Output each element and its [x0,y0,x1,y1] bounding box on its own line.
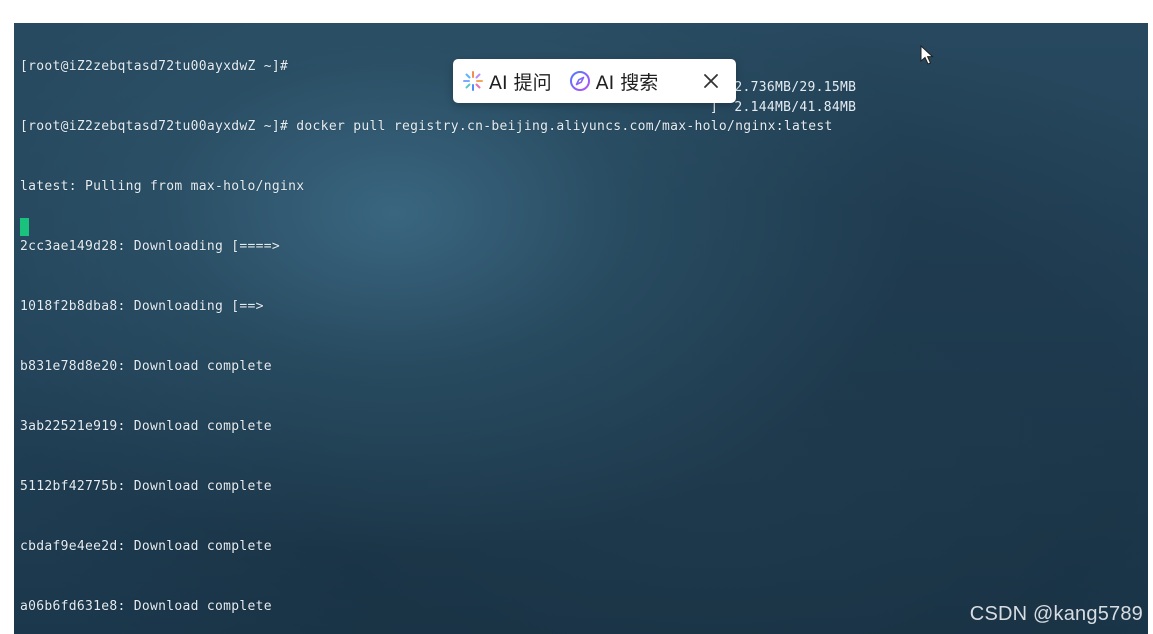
watermark-text: CSDN @kang5789 [969,603,1143,625]
close-icon [704,74,718,88]
screenshot-page: [root@iZ2zebqtasd72tu00ayxdwZ ~]# [root@… [0,0,1153,634]
ai-search-button[interactable]: AI 搜索 [569,59,659,103]
terminal-line: [root@iZ2zebqtasd72tu00ayxdwZ ~]# docker… [20,119,833,134]
ai-ask-label: AI 提问 [489,71,552,94]
compass-icon [569,70,591,92]
terminal-line: 5112bf42775b: Download complete [20,479,272,494]
terminal-line: a06b6fd631e8: Download complete [20,599,272,614]
terminal-line: b831e78d8e20: Download complete [20,359,272,374]
terminal-line: cbdaf9e4ee2d: Download complete [20,539,272,554]
mouse-pointer-icon [920,45,934,65]
ai-ask-button[interactable]: AI 提问 [462,59,552,103]
close-button[interactable] [701,71,721,91]
terminal-line: 2cc3ae149d28: Downloading [====> [20,239,281,254]
ai-floating-toolbar: AI 提问 AI 搜索 [453,59,736,103]
ai-search-label: AI 搜索 [595,71,659,94]
sparkle-icon [462,70,484,92]
terminal-line: 1018f2b8dba8: Downloading [==> [20,299,264,314]
terminal-cursor [20,218,29,236]
terminal-window[interactable]: [root@iZ2zebqtasd72tu00ayxdwZ ~]# [root@… [14,23,1148,634]
top-white-strip [0,0,1153,23]
terminal-line: latest: Pulling from max-holo/nginx [20,179,305,194]
terminal-line: 3ab22521e919: Download complete [20,419,272,434]
